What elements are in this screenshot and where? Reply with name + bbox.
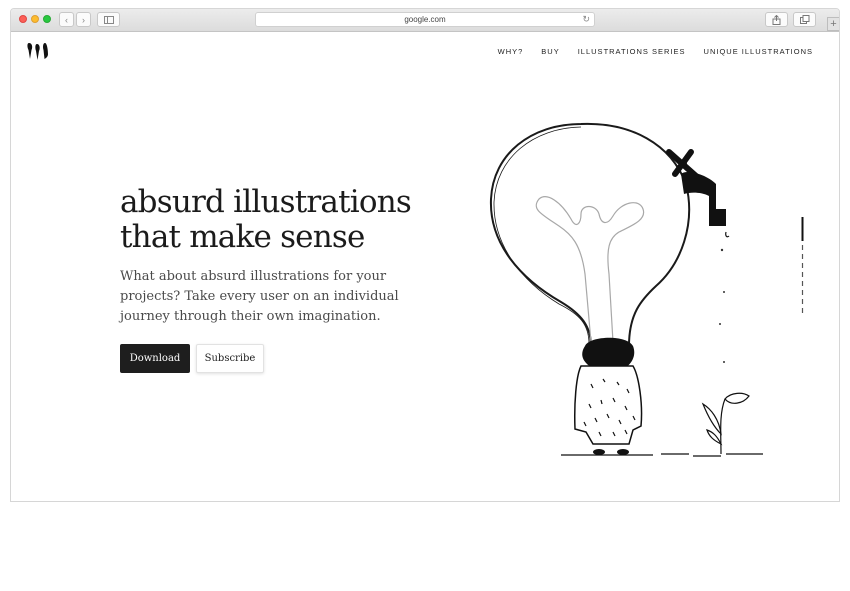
sprout-icon bbox=[701, 392, 750, 455]
lightbulb-outline bbox=[489, 122, 691, 347]
browser-window: ‹ › google.com ↻ WHY? BUY ILLUSTRATIONS … bbox=[10, 8, 840, 502]
tabs-button[interactable] bbox=[793, 12, 816, 27]
water-tap-icon bbox=[666, 149, 730, 238]
main-nav: WHY? BUY ILLUSTRATIONS SERIES UNIQUE ILL… bbox=[498, 47, 813, 56]
chevron-left-icon: ‹ bbox=[65, 14, 68, 25]
share-button[interactable] bbox=[765, 12, 788, 27]
nav-item-unique-illustrations[interactable]: UNIQUE ILLUSTRATIONS bbox=[704, 47, 813, 56]
new-tab-button[interactable]: + bbox=[827, 17, 839, 31]
hero-illustration bbox=[489, 122, 763, 457]
nav-item-buy[interactable]: BUY bbox=[541, 47, 559, 56]
back-button[interactable]: ‹ bbox=[59, 12, 74, 27]
coat bbox=[574, 365, 643, 445]
forward-button[interactable]: › bbox=[76, 12, 91, 27]
filament bbox=[535, 196, 645, 343]
reload-icon[interactable]: ↻ bbox=[582, 14, 590, 25]
sidebar-button[interactable] bbox=[97, 12, 120, 27]
minimize-window-button[interactable] bbox=[31, 15, 39, 23]
close-window-button[interactable] bbox=[19, 15, 27, 23]
nav-item-why[interactable]: WHY? bbox=[498, 47, 524, 56]
tabs-icon bbox=[799, 15, 809, 24]
nav-item-illustrations-series[interactable]: ILLUSTRATIONS SERIES bbox=[578, 47, 686, 56]
hero-title: absurd illustrations that make sense bbox=[120, 184, 412, 255]
share-icon bbox=[772, 14, 781, 25]
sidebar-icon bbox=[103, 15, 114, 24]
scroll-indicator[interactable] bbox=[801, 217, 804, 317]
address-bar[interactable]: google.com ↻ bbox=[255, 12, 595, 27]
brand-logo[interactable] bbox=[27, 41, 51, 61]
maximize-window-button[interactable] bbox=[43, 15, 51, 23]
landing-page: WHY? BUY ILLUSTRATIONS SERIES UNIQUE ILL… bbox=[11, 32, 839, 501]
url-text: google.com bbox=[404, 15, 446, 24]
plus-icon: + bbox=[830, 18, 837, 30]
hero-subtitle: What about absurd illustrations for your… bbox=[120, 269, 399, 324]
browser-toolbar: ‹ › google.com ↻ bbox=[11, 9, 839, 32]
download-button[interactable]: Download bbox=[120, 344, 190, 373]
chevron-right-icon: › bbox=[82, 14, 85, 25]
ground-line bbox=[561, 453, 763, 457]
subscribe-button[interactable]: Subscribe bbox=[196, 344, 264, 373]
